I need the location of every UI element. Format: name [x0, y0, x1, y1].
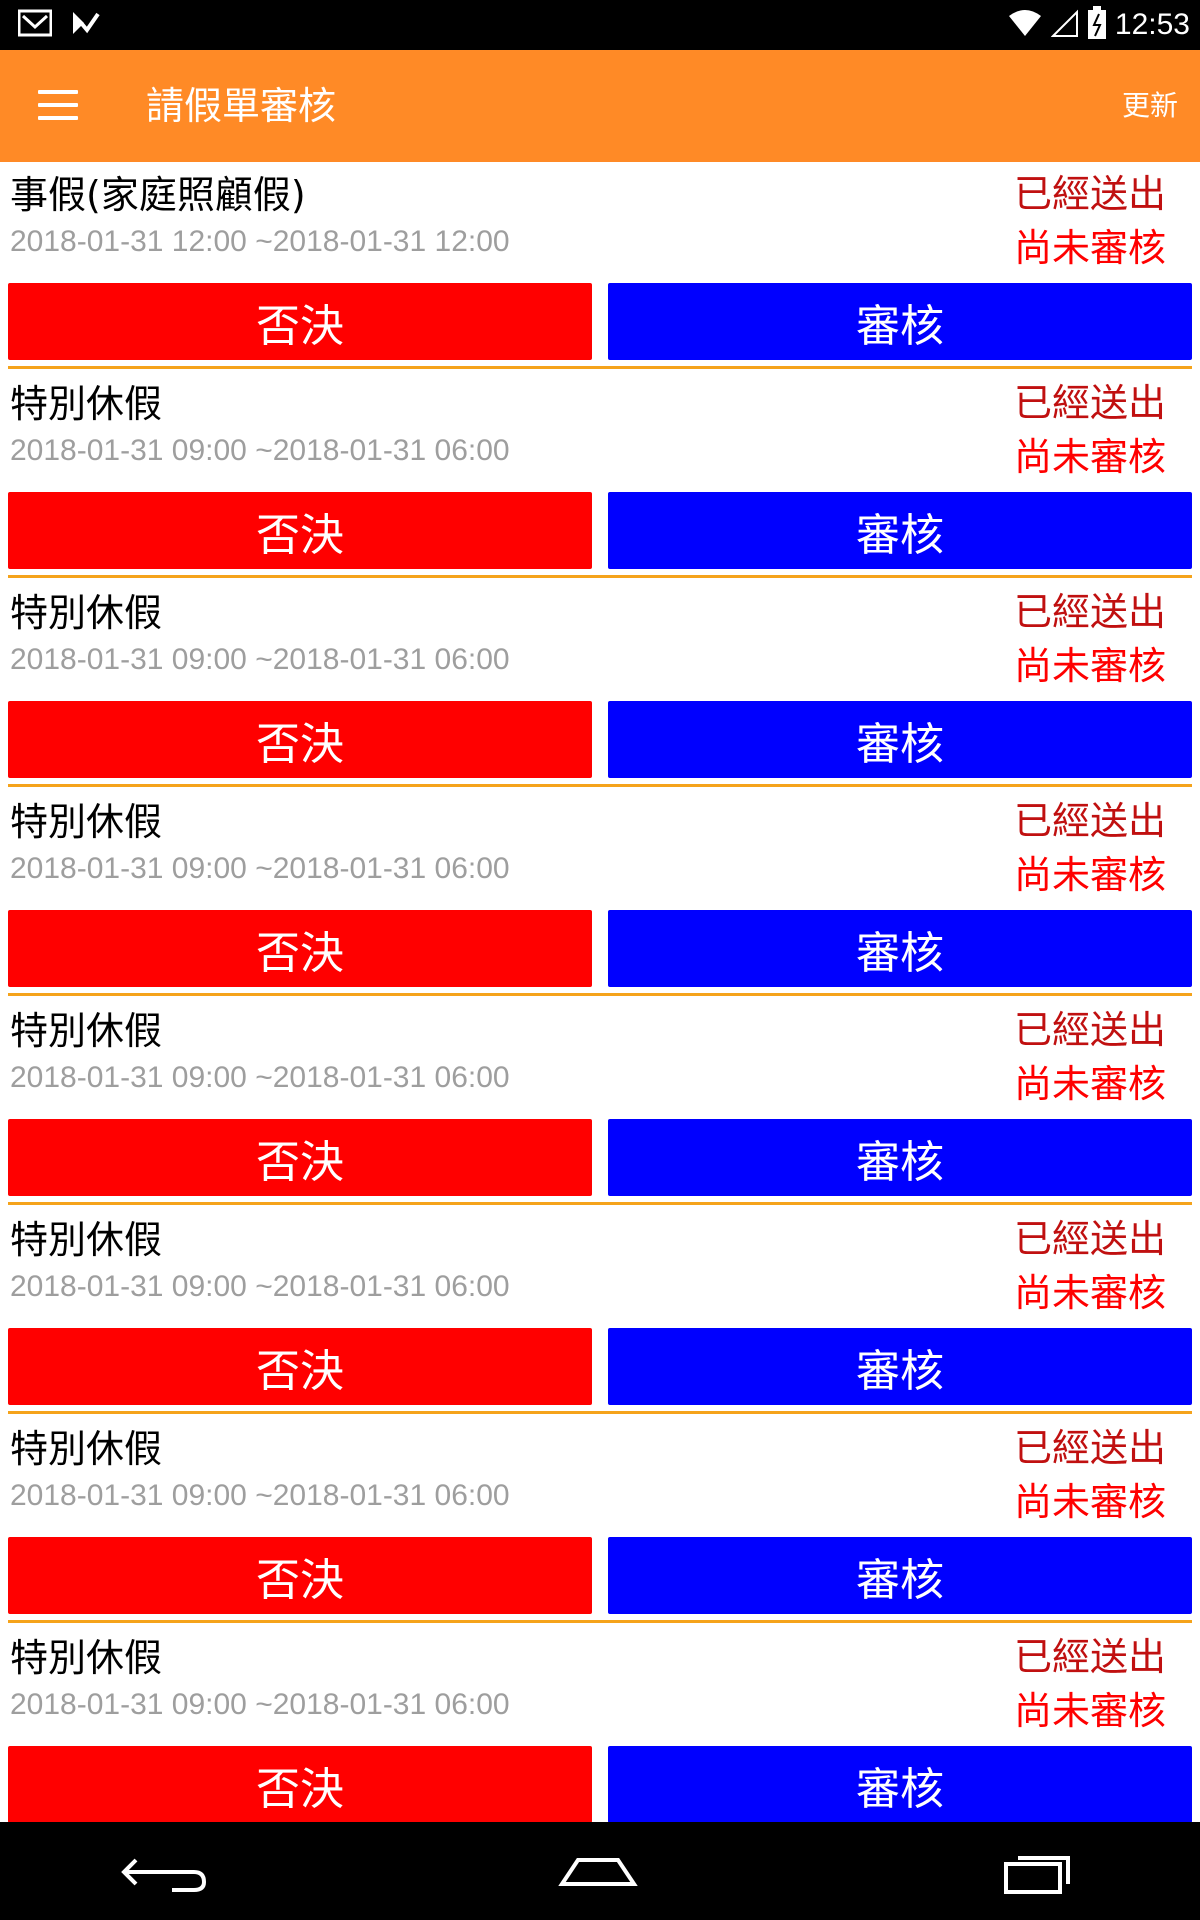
leave-date-range: 2018-01-31 09:00 ~2018-01-31 06:00	[10, 643, 510, 676]
status-sent: 已經送出	[1013, 381, 1166, 425]
approve-button[interactable]: 審核	[608, 1537, 1192, 1614]
approve-button[interactable]: 審核	[608, 283, 1192, 360]
list-item: 特別休假 2018-01-31 09:00 ~2018-01-31 06:00 …	[0, 580, 1200, 789]
reject-button[interactable]: 否決	[8, 283, 592, 360]
system-icons: 12:53	[1007, 4, 1190, 46]
leave-date-range: 2018-01-31 09:00 ~2018-01-31 06:00	[10, 1270, 510, 1303]
approve-button[interactable]: 審核	[608, 910, 1192, 987]
leave-type: 特別休假	[10, 1636, 163, 1680]
list-item: 特別休假 2018-01-31 09:00 ~2018-01-31 06:00 …	[0, 1207, 1200, 1416]
status-sent: 已經送出	[1013, 1426, 1166, 1470]
status-review: 尚未審核	[1013, 226, 1166, 270]
status-review: 尚未審核	[1013, 853, 1166, 897]
wifi-icon	[1007, 8, 1043, 42]
status-review: 尚未審核	[1013, 1480, 1166, 1524]
approve-button[interactable]: 審核	[608, 492, 1192, 569]
status-sent: 已經送出	[1013, 1008, 1166, 1052]
list-item: 特別休假 2018-01-31 09:00 ~2018-01-31 06:00 …	[0, 1625, 1200, 1822]
reject-button[interactable]: 否決	[8, 1119, 592, 1196]
leave-date-range: 2018-01-31 09:00 ~2018-01-31 06:00	[10, 434, 510, 467]
status-bar: 12:53	[0, 0, 1200, 50]
divider	[8, 1202, 1192, 1205]
approve-button[interactable]: 審核	[608, 1119, 1192, 1196]
leave-type: 特別休假	[10, 1009, 163, 1053]
reject-button[interactable]: 否決	[8, 1328, 592, 1405]
status-sent: 已經送出	[1013, 1217, 1166, 1261]
leave-date-range: 2018-01-31 09:00 ~2018-01-31 06:00	[10, 1061, 510, 1094]
refresh-button[interactable]: 更新	[1122, 84, 1178, 128]
approve-button[interactable]: 審核	[608, 1328, 1192, 1405]
status-sent: 已經送出	[1013, 799, 1166, 843]
leave-type: 事假(家庭照顧假)	[10, 173, 306, 217]
status-review: 尚未審核	[1013, 435, 1166, 479]
leave-date-range: 2018-01-31 12:00 ~2018-01-31 12:00	[10, 225, 510, 258]
divider	[8, 575, 1192, 578]
leave-type: 特別休假	[10, 382, 163, 426]
divider	[8, 1620, 1192, 1623]
navigation-bar	[0, 1822, 1200, 1920]
status-sent: 已經送出	[1013, 590, 1166, 634]
leave-type: 特別休假	[10, 1218, 163, 1262]
reject-button[interactable]: 否決	[8, 701, 592, 778]
reject-button[interactable]: 否決	[8, 1537, 592, 1614]
divider	[8, 993, 1192, 996]
notification-icons	[17, 8, 100, 42]
leave-request-list[interactable]: 事假(家庭照顧假) 2018-01-31 12:00 ~2018-01-31 1…	[0, 162, 1200, 1822]
gmail-icon	[17, 8, 53, 42]
reject-button[interactable]: 否決	[8, 910, 592, 987]
check-notification-icon	[70, 8, 100, 42]
divider	[8, 1411, 1192, 1414]
leave-date-range: 2018-01-31 09:00 ~2018-01-31 06:00	[10, 852, 510, 885]
status-review: 尚未審核	[1013, 1062, 1166, 1106]
reject-button[interactable]: 否決	[8, 492, 592, 569]
list-item: 特別休假 2018-01-31 09:00 ~2018-01-31 06:00 …	[0, 998, 1200, 1207]
leave-type: 特別休假	[10, 800, 163, 844]
back-icon[interactable]	[112, 1842, 212, 1902]
approve-button[interactable]: 審核	[608, 701, 1192, 778]
list-item: 特別休假 2018-01-31 09:00 ~2018-01-31 06:00 …	[0, 1416, 1200, 1625]
status-sent: 已經送出	[1013, 172, 1166, 216]
leave-type: 特別休假	[10, 591, 163, 635]
app-bar: 請假單審核 更新	[0, 50, 1200, 162]
hamburger-menu-icon[interactable]	[38, 90, 78, 120]
signal-icon	[1050, 8, 1079, 42]
list-item: 特別休假 2018-01-31 09:00 ~2018-01-31 06:00 …	[0, 371, 1200, 580]
leave-date-range: 2018-01-31 09:00 ~2018-01-31 06:00	[10, 1479, 510, 1512]
status-review: 尚未審核	[1013, 644, 1166, 688]
divider	[8, 784, 1192, 787]
home-icon[interactable]	[548, 1842, 648, 1902]
status-sent: 已經送出	[1013, 1635, 1166, 1679]
battery-icon	[1087, 6, 1107, 44]
clock: 12:53	[1114, 8, 1190, 41]
divider	[8, 366, 1192, 369]
list-item: 特別休假 2018-01-31 09:00 ~2018-01-31 06:00 …	[0, 789, 1200, 998]
list-item: 事假(家庭照顧假) 2018-01-31 12:00 ~2018-01-31 1…	[0, 162, 1200, 371]
recents-icon[interactable]	[988, 1842, 1088, 1902]
page-title: 請假單審核	[146, 84, 337, 128]
leave-date-range: 2018-01-31 09:00 ~2018-01-31 06:00	[10, 1688, 510, 1721]
status-review: 尚未審核	[1013, 1271, 1166, 1315]
status-review: 尚未審核	[1013, 1689, 1166, 1733]
reject-button[interactable]: 否決	[8, 1746, 592, 1822]
approve-button[interactable]: 審核	[608, 1746, 1192, 1822]
leave-type: 特別休假	[10, 1427, 163, 1471]
